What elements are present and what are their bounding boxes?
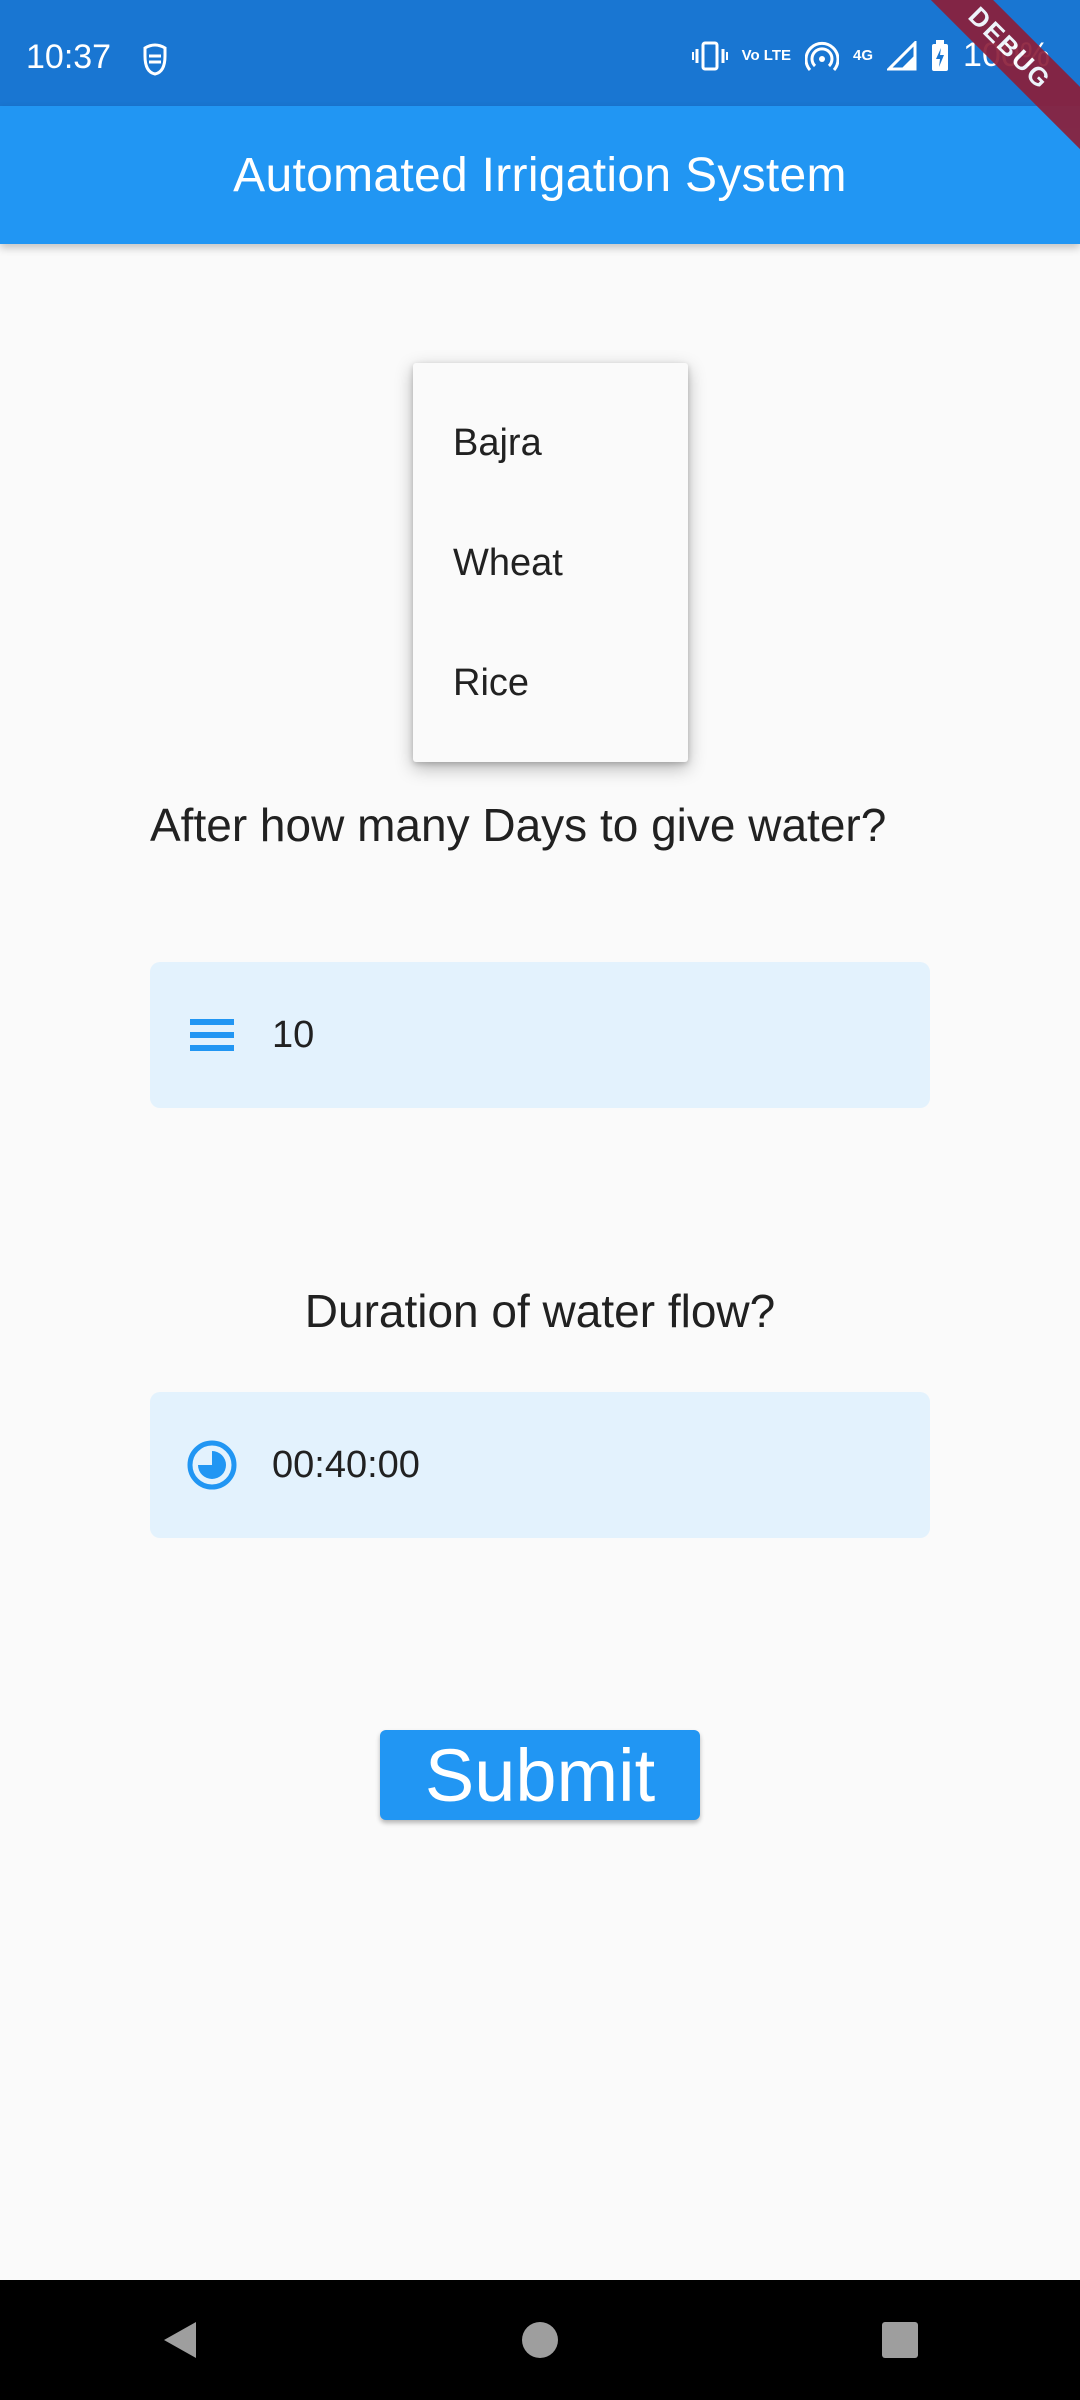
network-type: 4G [853,46,874,64]
duration-question-label: Duration of water flow? [304,1285,776,1337]
reorder-icon [182,1017,242,1053]
back-icon[interactable] [120,2280,240,2400]
battery-icon [931,39,949,72]
days-question-label: After how many Days to give water? [150,799,887,851]
duration-input[interactable]: 00:40:00 [150,1392,930,1538]
dropdown-option-wheat[interactable]: Wheat [413,503,688,623]
duration-value: 00:40:00 [272,1443,420,1486]
status-time: 10:37 [26,38,112,76]
app-title: Automated Irrigation System [233,148,847,202]
timelapse-icon [182,1439,242,1491]
dropdown-option-rice[interactable]: Rice [413,623,688,743]
volte-indicator: Vo LTE [741,46,792,64]
navigation-bar [0,2280,1080,2400]
status-bar: 10:37 Vo LTE 4G DEBUG [0,0,1080,156]
hotspot-icon [805,41,840,71]
recents-icon[interactable] [840,2280,960,2400]
notification-icon [140,42,170,81]
days-value: 10 [272,1013,315,1056]
home-icon[interactable] [480,2280,600,2400]
dropdown-option-bajra[interactable]: Bajra [413,383,688,503]
crop-dropdown-menu: Bajra Wheat Rice [413,363,688,762]
signal-icon [887,40,917,71]
vibrate-icon [691,41,728,71]
days-input[interactable]: 10 [150,962,930,1108]
app-bar: Automated Irrigation System [0,106,1080,244]
submit-button[interactable]: Submit [380,1730,700,1820]
